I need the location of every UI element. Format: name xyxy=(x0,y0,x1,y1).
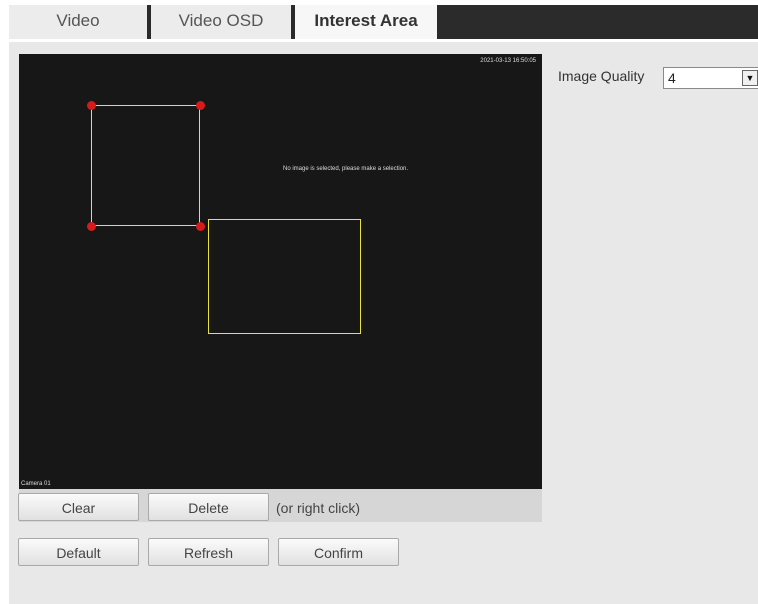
delete-button[interactable]: Delete xyxy=(148,493,269,521)
confirm-button[interactable]: Confirm xyxy=(278,538,399,566)
interest-area-panel: 2021-03-13 16:50:05 No image is selected… xyxy=(9,42,758,604)
delete-hint: (or right click) xyxy=(276,500,361,516)
refresh-button[interactable]: Refresh xyxy=(148,538,269,566)
osd-timestamp: 2021-03-13 16:50:05 xyxy=(480,58,536,64)
roi-handle[interactable] xyxy=(196,101,205,110)
roi-region-1[interactable] xyxy=(91,105,200,226)
image-quality-value: 4 xyxy=(668,70,676,86)
tab-video-label: Video xyxy=(56,11,100,30)
image-quality-select[interactable]: 4 ▼ xyxy=(663,67,758,89)
tab-bar: Video Video OSD Interest Area xyxy=(9,5,758,39)
tab-interest-area-label: Interest Area xyxy=(314,11,418,30)
roi-region-2[interactable] xyxy=(208,219,361,334)
image-quality-label: Image Quality xyxy=(558,68,645,84)
roi-handle[interactable] xyxy=(196,222,205,231)
osd-center-text: No image is selected, please make a sele… xyxy=(283,166,409,172)
tab-video[interactable]: Video xyxy=(9,5,147,39)
osd-channel-label: Camera 01 xyxy=(21,481,51,487)
clear-button[interactable]: Clear xyxy=(18,493,139,521)
video-preview[interactable]: 2021-03-13 16:50:05 No image is selected… xyxy=(19,54,542,489)
chevron-down-icon[interactable]: ▼ xyxy=(742,70,758,86)
default-button[interactable]: Default xyxy=(18,538,139,566)
tab-video-osd[interactable]: Video OSD xyxy=(151,5,291,39)
tab-interest-area[interactable]: Interest Area xyxy=(295,5,437,39)
roi-handle[interactable] xyxy=(87,101,96,110)
roi-handle[interactable] xyxy=(87,222,96,231)
tab-video-osd-label: Video OSD xyxy=(178,11,264,30)
